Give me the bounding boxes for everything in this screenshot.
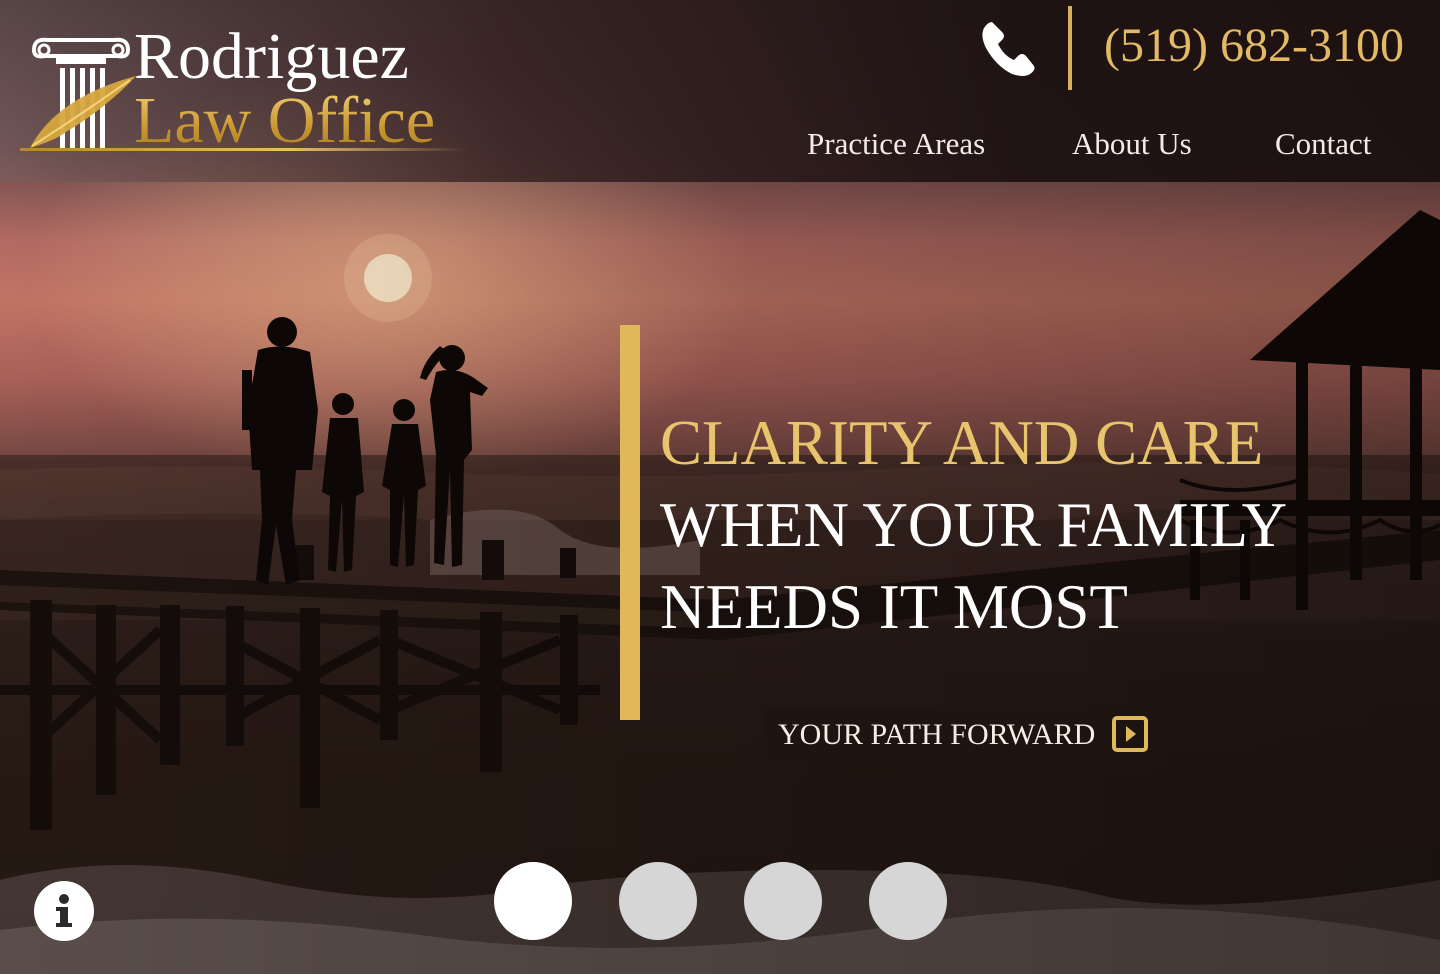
slider-dot-2[interactable] <box>619 862 697 940</box>
info-icon <box>56 894 72 927</box>
cta-label: Your Path Forward <box>778 718 1096 751</box>
slider-pagination <box>0 862 1440 942</box>
nav-contact[interactable]: Contact <box>1275 124 1371 164</box>
phone-number[interactable]: (519) 682-3100 <box>1104 14 1404 78</box>
phone-icon[interactable] <box>978 18 1040 80</box>
headline-line3: Needs It Most <box>660 572 1128 642</box>
info-button[interactable] <box>34 881 94 941</box>
phone-divider <box>1068 6 1072 90</box>
slider-dot-3[interactable] <box>744 862 822 940</box>
logo-name-line1: Rodriguez <box>134 20 409 93</box>
headline-accent-bar <box>620 325 640 720</box>
cta-button[interactable]: Your Path Forward <box>766 706 1168 764</box>
site-header: Rodriguez Law Office (519) 682-3100 Prac… <box>0 0 1440 182</box>
nav-practice-areas[interactable]: Practice Areas <box>807 124 985 164</box>
page: Rodriguez Law Office (519) 682-3100 Prac… <box>0 0 1440 974</box>
headline-line1: Clarity and Care <box>660 408 1264 478</box>
slider-dot-4[interactable] <box>869 862 947 940</box>
headline-line2: When Your Family <box>660 490 1288 560</box>
hero-headline: Clarity and Care When Your Family Needs … <box>660 402 1420 648</box>
play-square-icon <box>1112 716 1148 752</box>
main-nav: Practice Areas About Us Contact <box>0 124 1440 168</box>
slider-dot-1[interactable] <box>494 862 572 940</box>
nav-about-us[interactable]: About Us <box>1072 124 1192 164</box>
